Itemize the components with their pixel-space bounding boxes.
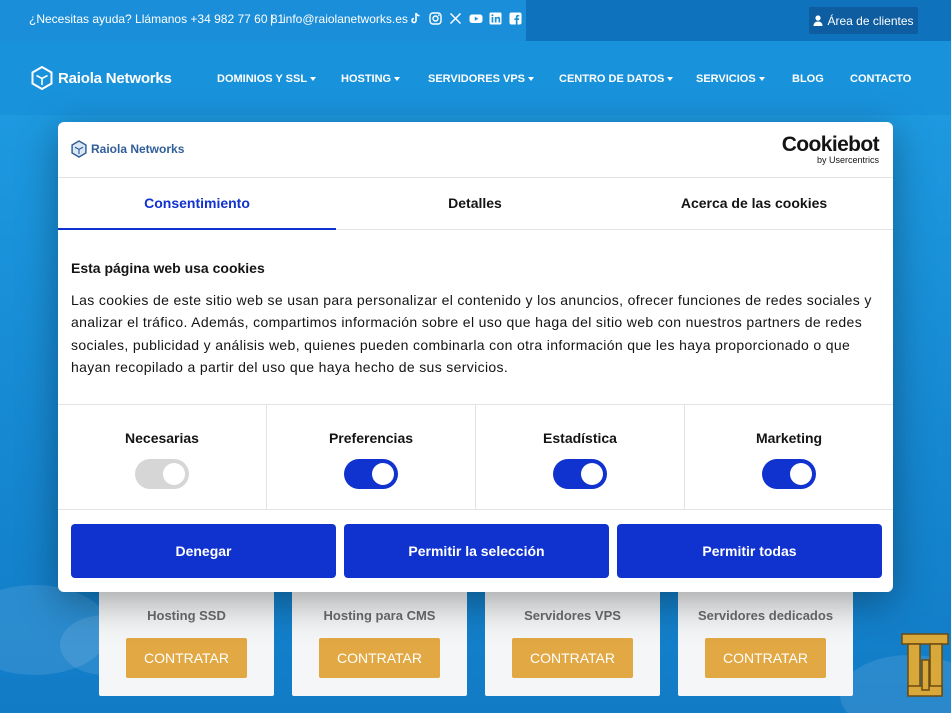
- product-card: Hosting SSD CONTRATAR: [99, 586, 274, 696]
- tab-consentimiento[interactable]: Consentimiento: [58, 178, 336, 230]
- client-area-button[interactable]: Área de clientes: [809, 7, 918, 34]
- chevron-down-icon: [394, 77, 401, 82]
- cookie-categories: Necesarias Preferencias Estadística Mark…: [58, 404, 893, 510]
- cookiebot-wordmark: Cookiebot: [781, 133, 880, 156]
- logo-cube-icon: [31, 66, 53, 90]
- contratar-button[interactable]: CONTRATAR: [705, 638, 826, 678]
- category-marketing: Marketing: [685, 405, 893, 509]
- product-card: Hosting para CMS CONTRATAR: [292, 586, 467, 696]
- tab-detalles[interactable]: Detalles: [336, 178, 614, 230]
- product-card: Servidores dedicados CONTRATAR: [678, 586, 853, 696]
- dialog-tabs: Consentimiento Detalles Acerca de las co…: [58, 178, 893, 230]
- nav-item-hosting[interactable]: HOSTING: [341, 73, 401, 85]
- deny-button[interactable]: Denegar: [71, 524, 336, 578]
- dialog-header: Raiola Networks Cookiebot by Usercentric…: [58, 122, 893, 178]
- contratar-button[interactable]: CONTRATAR: [319, 638, 440, 678]
- dialog-logo-text: Raiola Networks: [91, 142, 185, 156]
- category-estadistica: Estadística: [476, 405, 685, 509]
- dialog-logo: Raiola Networks: [71, 140, 184, 158]
- help-phone-text: ¿Necesitas ayuda? Llámanos +34 982 77 60…: [29, 12, 285, 26]
- dialog-actions: Denegar Permitir la selección Permitir t…: [71, 524, 882, 578]
- facebook-icon[interactable]: [509, 12, 522, 25]
- logo-cube-icon: [71, 140, 87, 158]
- linkedin-icon[interactable]: [489, 12, 502, 25]
- product-title: Servidores VPS: [524, 608, 621, 623]
- product-card: Servidores VPS CONTRATAR: [485, 586, 660, 696]
- nav-item-contacto[interactable]: CONTACTO: [850, 73, 911, 85]
- category-label: Estadística: [543, 430, 617, 446]
- cookiebot-byline: by Usercentrics: [816, 155, 879, 165]
- product-title: Hosting SSD: [147, 608, 226, 623]
- main-nav: Raiola Networks DOMINIOS Y SSL HOSTING S…: [0, 41, 951, 115]
- contratar-button[interactable]: CONTRATAR: [126, 638, 247, 678]
- chevron-down-icon: [758, 77, 765, 82]
- nav-item-dominios[interactable]: DOMINIOS Y SSL: [217, 73, 317, 85]
- contratar-button[interactable]: CONTRATAR: [512, 638, 633, 678]
- nav-item-blog[interactable]: BLOG: [792, 73, 824, 85]
- logo-text: Raiola Networks: [58, 69, 172, 87]
- product-title: Servidores dedicados: [697, 608, 834, 623]
- top-bar: ¿Necesitas ayuda? Llámanos +34 982 77 60…: [0, 0, 951, 41]
- product-title: Hosting para CMS: [323, 608, 436, 623]
- category-label: Preferencias: [328, 430, 414, 446]
- client-area-label: Área de clientes: [827, 13, 914, 28]
- user-icon: [813, 15, 823, 26]
- necesarias-toggle: [135, 459, 189, 489]
- email-link[interactable]: info@raiolanetworks.es: [283, 12, 408, 26]
- nav-item-servicios[interactable]: SERVICIOS: [696, 73, 765, 85]
- x-icon[interactable]: [449, 12, 462, 25]
- preferencias-toggle[interactable]: [344, 459, 398, 489]
- chevron-down-icon: [528, 77, 534, 82]
- instagram-icon[interactable]: [429, 12, 442, 25]
- estadistica-toggle[interactable]: [553, 459, 607, 489]
- cookie-consent-dialog: Raiola Networks Cookiebot by Usercentric…: [58, 122, 893, 592]
- site-logo[interactable]: Raiola Networks: [31, 66, 172, 90]
- youtube-icon[interactable]: [469, 12, 483, 25]
- consent-content: Esta página web usa cookies Las cookies …: [71, 260, 881, 378]
- cookiebot-logo[interactable]: Cookiebot by Usercentrics: [781, 133, 880, 166]
- chevron-down-icon: [667, 77, 674, 82]
- social-links: [409, 12, 522, 25]
- nav-item-vps[interactable]: SERVIDORES VPS: [428, 73, 534, 85]
- consent-body: Las cookies de este sitio web se usan pa…: [71, 292, 872, 375]
- category-necesarias: Necesarias: [58, 405, 267, 509]
- allow-all-button[interactable]: Permitir todas: [617, 524, 882, 578]
- topbar-separator: |: [270, 12, 274, 26]
- tab-acerca[interactable]: Acerca de las cookies: [615, 178, 893, 230]
- tiktok-icon[interactable]: [409, 12, 422, 25]
- category-preferencias: Preferencias: [267, 405, 476, 509]
- category-label: Marketing: [755, 430, 823, 446]
- allow-selection-button[interactable]: Permitir la selección: [344, 524, 609, 578]
- consent-heading: Esta página web usa cookies: [71, 260, 265, 276]
- chevron-down-icon: [310, 77, 317, 82]
- nav-item-datacenter[interactable]: CENTRO DE DATOS: [559, 73, 674, 85]
- marketing-toggle[interactable]: [762, 459, 816, 489]
- watermark-logo: [900, 630, 951, 713]
- category-label: Necesarias: [125, 430, 199, 446]
